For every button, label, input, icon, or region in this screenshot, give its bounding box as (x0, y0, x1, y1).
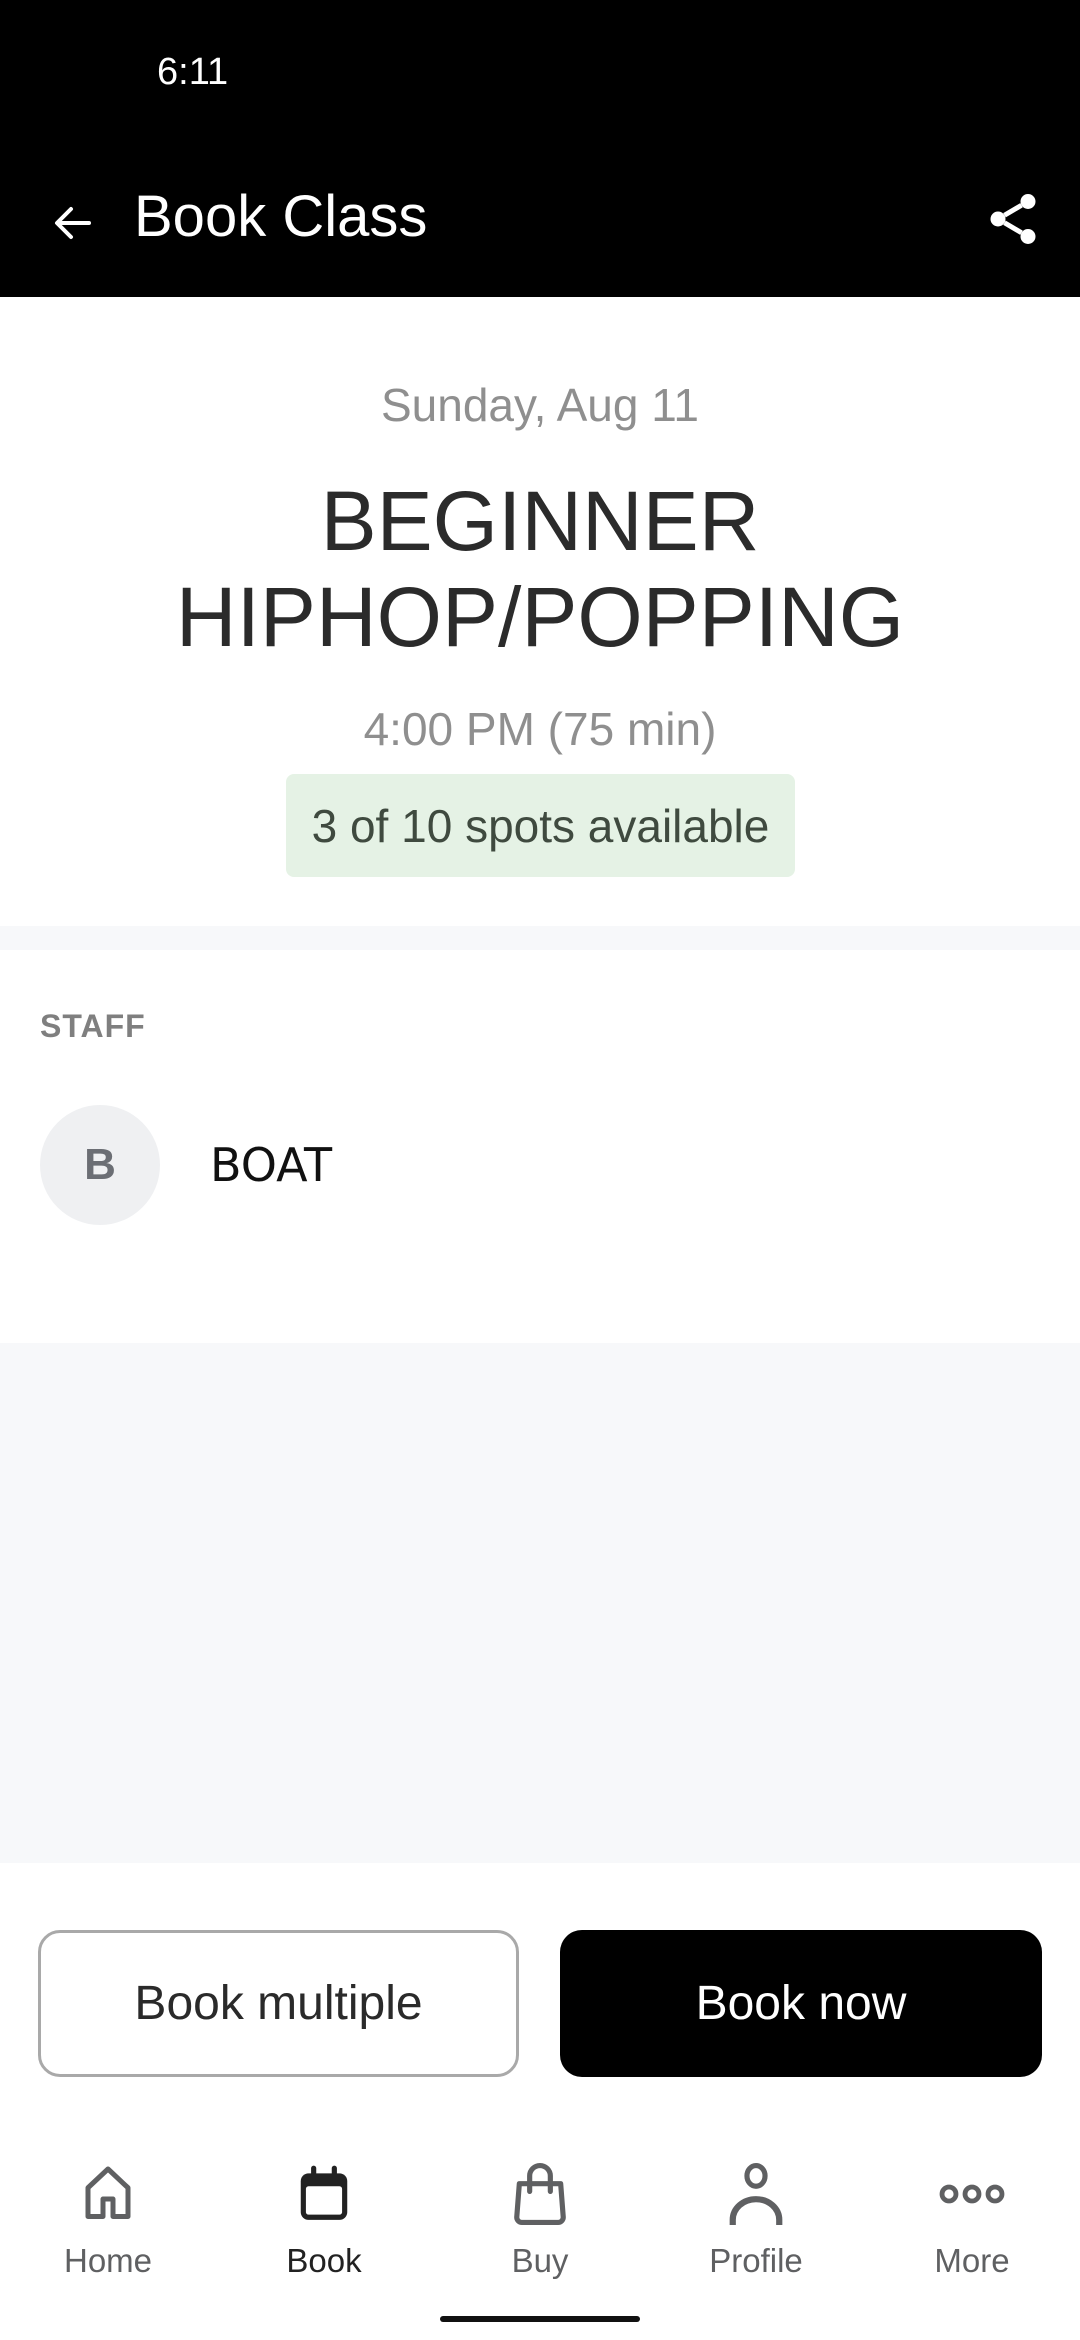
calendar-icon (289, 2159, 359, 2229)
share-button[interactable] (978, 184, 1048, 254)
arrow-left-icon (55, 207, 91, 239)
class-time: 4:00 PM (75 min) (363, 703, 717, 755)
empty-content-area (0, 1343, 1080, 1863)
avatar: B (40, 1105, 160, 1225)
booking-actions: Book multiple Book now (0, 1863, 1080, 2123)
class-info: Sunday, Aug 11 BEGINNER HIPHOP/POPPING 4… (0, 297, 1080, 926)
spots-available-badge: 3 of 10 spots available (286, 774, 795, 877)
nav-label-book: Book (286, 2242, 362, 2279)
staff-label: STAFF (40, 1008, 146, 1044)
nav-item-profile[interactable]: Profile (648, 2159, 864, 2289)
home-icon (73, 2159, 143, 2229)
nav-item-more[interactable]: More (864, 2159, 1080, 2289)
bottom-nav: Home Book Buy Profile More (0, 2123, 1080, 2340)
status-time: 6:11 (157, 51, 229, 93)
nav-label-buy: Buy (511, 2242, 569, 2279)
nav-item-home[interactable]: Home (0, 2159, 216, 2289)
person-icon (721, 2159, 791, 2229)
staff-name: BOAT (210, 1138, 333, 1192)
book-now-button[interactable]: Book now (560, 1930, 1042, 2077)
nav-label-more: More (934, 2242, 1010, 2279)
nav-item-book[interactable]: Book (216, 2159, 432, 2289)
shopping-bag-icon (505, 2159, 575, 2229)
home-indicator[interactable] (440, 2316, 640, 2322)
staff-item[interactable]: B BOAT (40, 1105, 1040, 1225)
book-multiple-button[interactable]: Book multiple (38, 1930, 519, 2077)
share-icon (990, 194, 1036, 244)
class-date: Sunday, Aug 11 (380, 379, 699, 431)
class-title: BEGINNER HIPHOP/POPPING (175, 474, 905, 664)
status-bar: 6:11 (0, 0, 1080, 140)
staff-section: STAFF B BOAT (0, 950, 1080, 1343)
app-bar: Book Class (0, 140, 1080, 297)
more-horizontal-icon (937, 2159, 1007, 2229)
back-button[interactable] (40, 190, 106, 256)
nav-label-profile: Profile (709, 2242, 803, 2279)
nav-item-buy[interactable]: Buy (432, 2159, 648, 2289)
page-title: Book Class (134, 184, 428, 249)
nav-label-home: Home (63, 2242, 153, 2279)
section-divider (0, 926, 1080, 950)
